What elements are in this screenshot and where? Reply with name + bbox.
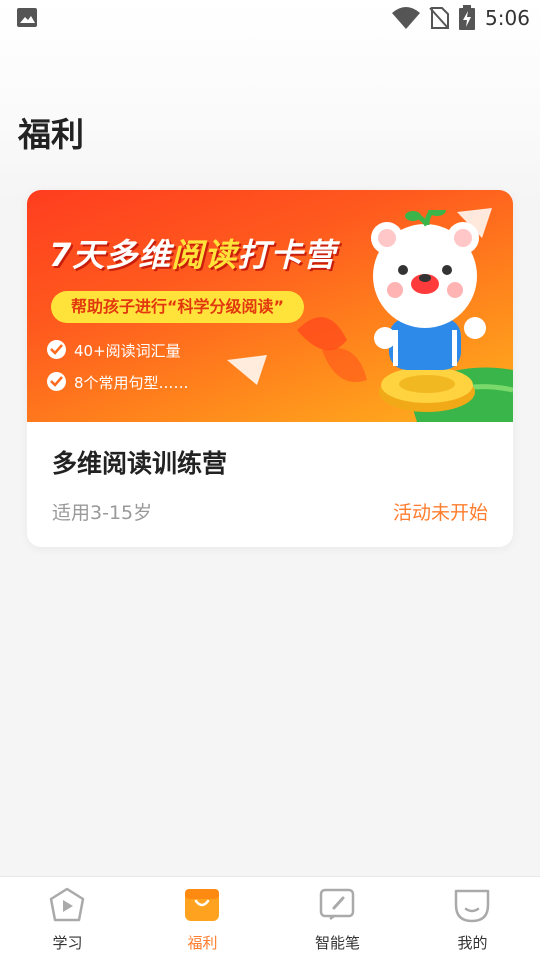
activity-banner: 7天多维阅读打卡营 帮助孩子进行“科学分级阅读” 40+阅读词汇量 8个常用句型… — [27, 190, 513, 422]
banner-subtitle-pill: 帮助孩子进行“科学分级阅读” — [51, 291, 305, 323]
banner-point: 8个常用句型…… — [47, 371, 189, 395]
face-icon — [454, 889, 490, 923]
nav-item-welfare[interactable]: 福利 — [135, 877, 270, 961]
status-time: 5:06 — [485, 6, 530, 30]
banner-point: 40+阅读词汇量 — [47, 339, 181, 363]
age-range: 适用3-15岁 — [52, 502, 153, 524]
bottom-navigation: 学习 福利 智能笔 我的 — [0, 876, 540, 961]
play-icon — [49, 887, 85, 922]
nav-label: 学习 — [52, 934, 83, 952]
nav-item-study[interactable]: 学习 — [0, 877, 135, 961]
activity-card[interactable]: 7天多维阅读打卡营 帮助孩子进行“科学分级阅读” 40+阅读词汇量 8个常用句型… — [27, 190, 513, 547]
nav-item-smart-pen[interactable]: 智能笔 — [270, 877, 405, 961]
battery-charging-icon — [459, 5, 475, 30]
no-sim-icon — [429, 7, 449, 29]
nav-label: 我的 — [457, 934, 488, 952]
nav-label: 智能笔 — [314, 934, 360, 952]
nav-item-mine[interactable]: 我的 — [405, 877, 540, 961]
image-notification-icon — [17, 8, 37, 27]
wifi-icon — [392, 7, 420, 29]
nav-label: 福利 — [187, 934, 218, 952]
status-bar: 5:06 — [0, 0, 540, 36]
check-icon — [47, 340, 66, 359]
card-title: 多维阅读训练营 — [52, 449, 228, 478]
bag-icon — [185, 889, 219, 921]
bear-mascot-illustration — [371, 210, 486, 412]
activity-status: 活动未开始 — [392, 502, 488, 524]
check-icon — [47, 372, 66, 391]
banner-title: 7天多维阅读打卡营 — [49, 236, 337, 274]
pen-icon — [319, 888, 355, 920]
page-title: 福利 — [18, 115, 84, 154]
